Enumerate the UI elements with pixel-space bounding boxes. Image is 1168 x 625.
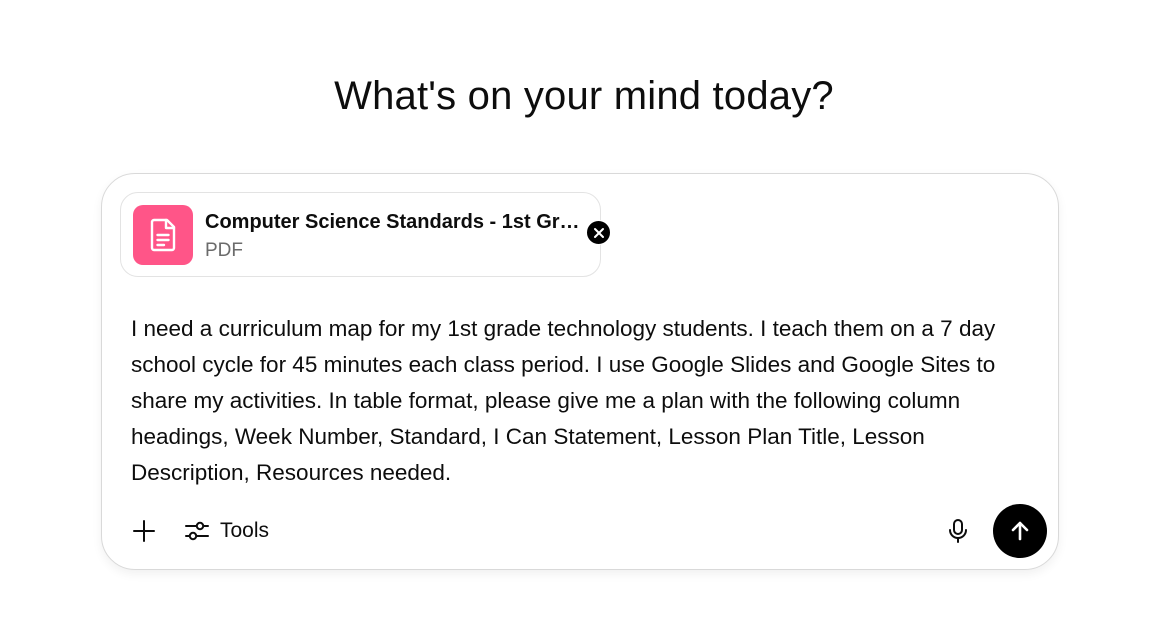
sliders-icon — [185, 521, 209, 541]
plus-icon — [133, 520, 155, 542]
dictate-button[interactable] — [940, 513, 976, 549]
arrow-up-icon — [1011, 521, 1029, 541]
attachment-file-type: PDF — [205, 240, 243, 261]
attachment-file-name: Computer Science Standards - 1st Grade — [205, 211, 580, 233]
prompt-input[interactable]: I need a curriculum map for my 1st grade… — [131, 311, 1031, 491]
remove-attachment-button[interactable] — [586, 220, 611, 245]
prompt-composer: Computer Science Standards - 1st Grade P… — [101, 173, 1059, 570]
send-button[interactable] — [993, 504, 1047, 558]
page-title: What's on your mind today? — [334, 74, 834, 118]
attachment-card[interactable]: Computer Science Standards - 1st Grade P… — [120, 192, 611, 277]
tools-button[interactable]: Tools — [184, 513, 269, 549]
close-icon — [593, 227, 604, 238]
microphone-icon — [949, 519, 967, 543]
tools-label: Tools — [220, 519, 270, 542]
chat-home-page: What's on your mind today? Computer Scie… — [0, 0, 1168, 625]
add-attachment-button[interactable] — [126, 513, 162, 549]
document-icon — [133, 205, 193, 265]
